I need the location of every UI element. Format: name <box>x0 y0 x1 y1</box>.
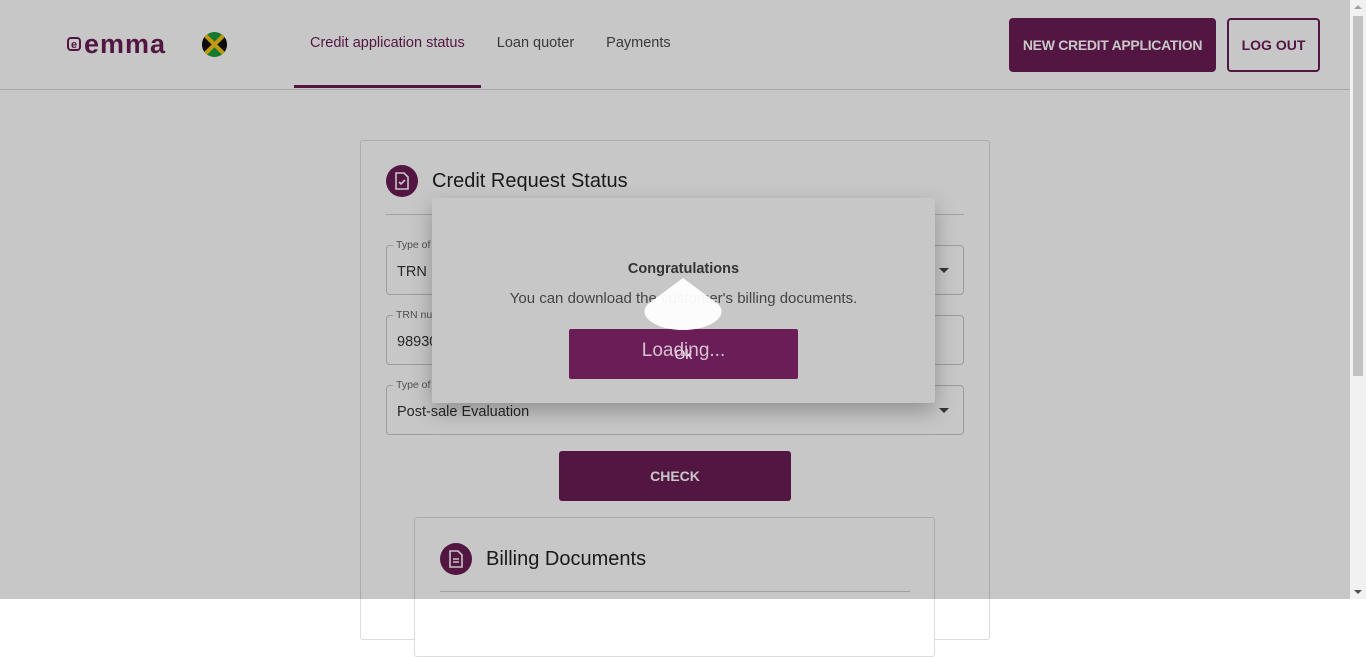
app: e emma Credit application status Loan qu… <box>0 0 1350 657</box>
scroll-down-arrow-icon[interactable] <box>1354 590 1362 594</box>
modal-title: Congratulations <box>627 261 740 277</box>
scroll-up-arrow-icon[interactable] <box>1354 5 1362 9</box>
scrollbar-thumb[interactable] <box>1353 16 1363 376</box>
congratulations-modal: Congratulations You can download the cus… <box>432 198 935 403</box>
ok-button[interactable]: Ok <box>569 329 798 379</box>
modal-message: You can download the customer's billing … <box>509 290 858 307</box>
vertical-scrollbar[interactable] <box>1350 0 1366 599</box>
